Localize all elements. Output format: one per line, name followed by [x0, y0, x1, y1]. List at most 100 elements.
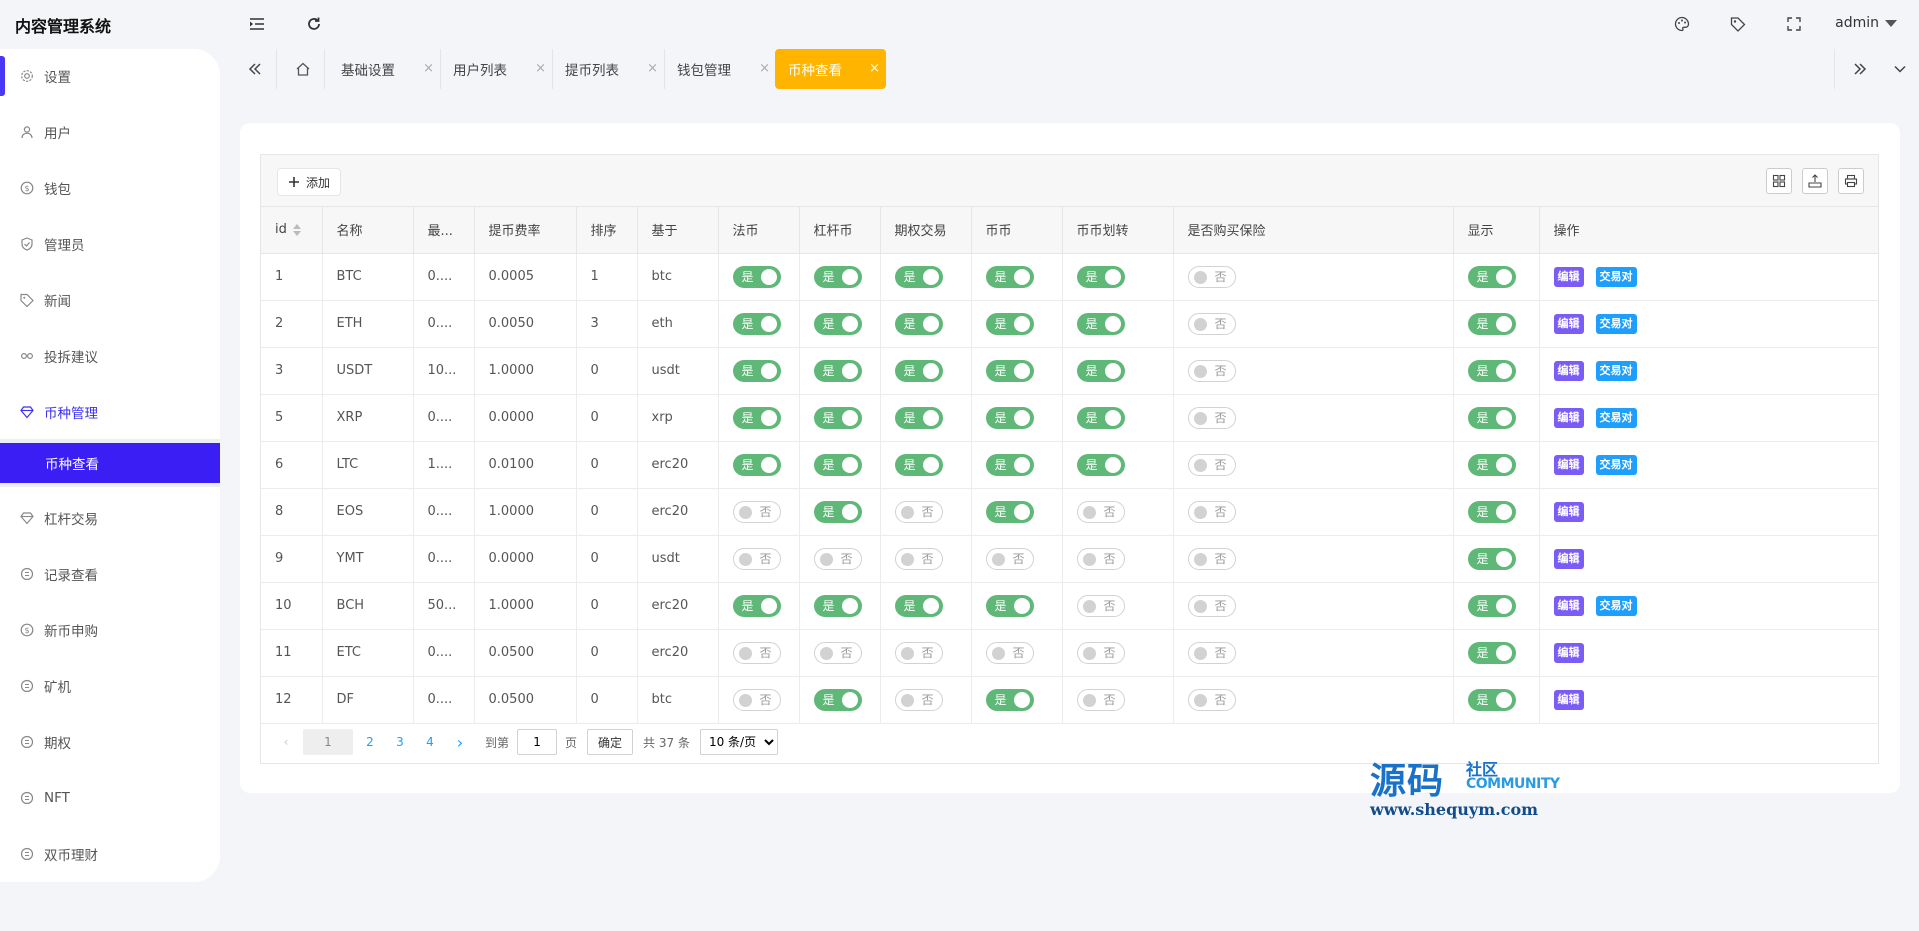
add-button[interactable]: 添加: [277, 168, 342, 196]
insurance-toggle[interactable]: 否: [1187, 688, 1236, 711]
coin-toggle[interactable]: 否: [985, 641, 1034, 664]
insurance-toggle[interactable]: 否: [1187, 453, 1236, 476]
sidebar-item-new-coin[interactable]: $ 新币申购: [0, 610, 220, 650]
transfer-toggle[interactable]: 否: [1076, 688, 1125, 711]
coin-toggle[interactable]: 是: [985, 312, 1034, 335]
sidebar-item-nft[interactable]: NFT: [0, 778, 220, 818]
fiat-toggle[interactable]: 是: [732, 312, 781, 335]
close-icon[interactable]: ×: [647, 61, 658, 76]
transfer-toggle[interactable]: 否: [1076, 547, 1125, 570]
option-toggle[interactable]: 是: [894, 312, 943, 335]
collapse-menu-button[interactable]: [245, 12, 269, 36]
edit-button[interactable]: 编辑: [1553, 689, 1584, 710]
refresh-button[interactable]: [302, 12, 326, 36]
trading-pair-button[interactable]: 交易对: [1595, 407, 1637, 428]
sidebar-item-settings[interactable]: 设置: [0, 56, 220, 96]
goto-confirm-button[interactable]: 确定: [587, 729, 634, 755]
tag-button[interactable]: [1726, 12, 1750, 36]
option-toggle[interactable]: 否: [894, 688, 943, 711]
edit-button[interactable]: 编辑: [1553, 360, 1584, 381]
sidebar-item-wallet[interactable]: $ 钱包: [0, 168, 220, 208]
show-toggle[interactable]: 是: [1467, 406, 1516, 429]
goto-page-input[interactable]: [517, 729, 558, 755]
insurance-toggle[interactable]: 否: [1187, 547, 1236, 570]
option-toggle[interactable]: 否: [894, 641, 943, 664]
tab-home[interactable]: [288, 49, 318, 89]
lever-toggle[interactable]: 是: [813, 265, 862, 288]
insurance-toggle[interactable]: 否: [1187, 359, 1236, 382]
trading-pair-button[interactable]: 交易对: [1595, 595, 1637, 616]
edit-button[interactable]: 编辑: [1553, 454, 1584, 475]
tab-currency-view[interactable]: 币种查看 ×: [775, 49, 886, 89]
option-toggle[interactable]: 是: [894, 406, 943, 429]
show-toggle[interactable]: 是: [1467, 500, 1516, 523]
coin-toggle[interactable]: 是: [985, 453, 1034, 476]
sidebar-item-news[interactable]: 新闻: [0, 280, 220, 320]
show-toggle[interactable]: 是: [1467, 312, 1516, 335]
coin-toggle[interactable]: 是: [985, 688, 1034, 711]
tab-wallet-manage[interactable]: 钱包管理 ×: [664, 49, 776, 89]
tab-scroll-left-button[interactable]: [240, 49, 270, 89]
insurance-toggle[interactable]: 否: [1187, 500, 1236, 523]
trading-pair-button[interactable]: 交易对: [1595, 360, 1637, 381]
fiat-toggle[interactable]: 是: [732, 359, 781, 382]
theme-button[interactable]: [1670, 12, 1694, 36]
lever-toggle[interactable]: 是: [813, 312, 862, 335]
option-toggle[interactable]: 是: [894, 594, 943, 617]
coin-toggle[interactable]: 是: [985, 500, 1034, 523]
fullscreen-button[interactable]: [1782, 12, 1806, 36]
insurance-toggle[interactable]: 否: [1187, 406, 1236, 429]
fiat-toggle[interactable]: 否: [732, 641, 781, 664]
option-toggle[interactable]: 是: [894, 265, 943, 288]
transfer-toggle[interactable]: 是: [1076, 312, 1125, 335]
page-3-link[interactable]: 3: [387, 729, 413, 755]
trading-pair-button[interactable]: 交易对: [1595, 313, 1637, 334]
page-size-select[interactable]: 10 条/页: [699, 729, 778, 755]
lever-toggle[interactable]: 是: [813, 359, 862, 382]
lever-toggle[interactable]: 是: [813, 500, 862, 523]
edit-button[interactable]: 编辑: [1553, 407, 1584, 428]
coin-toggle[interactable]: 否: [985, 547, 1034, 570]
trading-pair-button[interactable]: 交易对: [1595, 454, 1637, 475]
coin-toggle[interactable]: 是: [985, 359, 1034, 382]
edit-button[interactable]: 编辑: [1553, 313, 1584, 334]
coin-toggle[interactable]: 是: [985, 265, 1034, 288]
show-toggle[interactable]: 是: [1467, 688, 1516, 711]
show-toggle[interactable]: 是: [1467, 359, 1516, 382]
sidebar-item-records[interactable]: 记录查看: [0, 554, 220, 594]
sidebar-subitem-currency-view[interactable]: 币种查看: [0, 443, 220, 483]
option-toggle[interactable]: 是: [894, 359, 943, 382]
close-icon[interactable]: ×: [869, 61, 880, 76]
print-button[interactable]: [1838, 168, 1864, 194]
edit-button[interactable]: 编辑: [1553, 548, 1584, 569]
show-toggle[interactable]: 是: [1467, 594, 1516, 617]
lever-toggle[interactable]: 是: [813, 453, 862, 476]
option-toggle[interactable]: 否: [894, 500, 943, 523]
page-4-link[interactable]: 4: [417, 729, 443, 755]
edit-button[interactable]: 编辑: [1553, 642, 1584, 663]
sidebar-item-options[interactable]: 期权: [0, 722, 220, 762]
insurance-toggle[interactable]: 否: [1187, 312, 1236, 335]
fiat-toggle[interactable]: 否: [732, 547, 781, 570]
show-toggle[interactable]: 是: [1467, 265, 1516, 288]
close-icon[interactable]: ×: [535, 61, 546, 76]
col-header-id[interactable]: id: [261, 207, 323, 254]
transfer-toggle[interactable]: 否: [1076, 500, 1125, 523]
tab-withdraw-list[interactable]: 提币列表 ×: [552, 49, 664, 89]
edit-button[interactable]: 编辑: [1553, 266, 1584, 287]
option-toggle[interactable]: 否: [894, 547, 943, 570]
sidebar-item-currency-manage[interactable]: 币种管理: [0, 392, 220, 432]
fiat-toggle[interactable]: 是: [732, 265, 781, 288]
show-toggle[interactable]: 是: [1467, 641, 1516, 664]
insurance-toggle[interactable]: 否: [1187, 265, 1236, 288]
lever-toggle[interactable]: 是: [813, 688, 862, 711]
fiat-toggle[interactable]: 否: [732, 688, 781, 711]
insurance-toggle[interactable]: 否: [1187, 641, 1236, 664]
export-button[interactable]: [1802, 168, 1828, 194]
transfer-toggle[interactable]: 否: [1076, 641, 1125, 664]
show-toggle[interactable]: 是: [1467, 547, 1516, 570]
fiat-toggle[interactable]: 是: [732, 406, 781, 429]
sidebar-item-miner[interactable]: 矿机: [0, 666, 220, 706]
transfer-toggle[interactable]: 是: [1076, 406, 1125, 429]
lever-toggle[interactable]: 否: [813, 641, 862, 664]
